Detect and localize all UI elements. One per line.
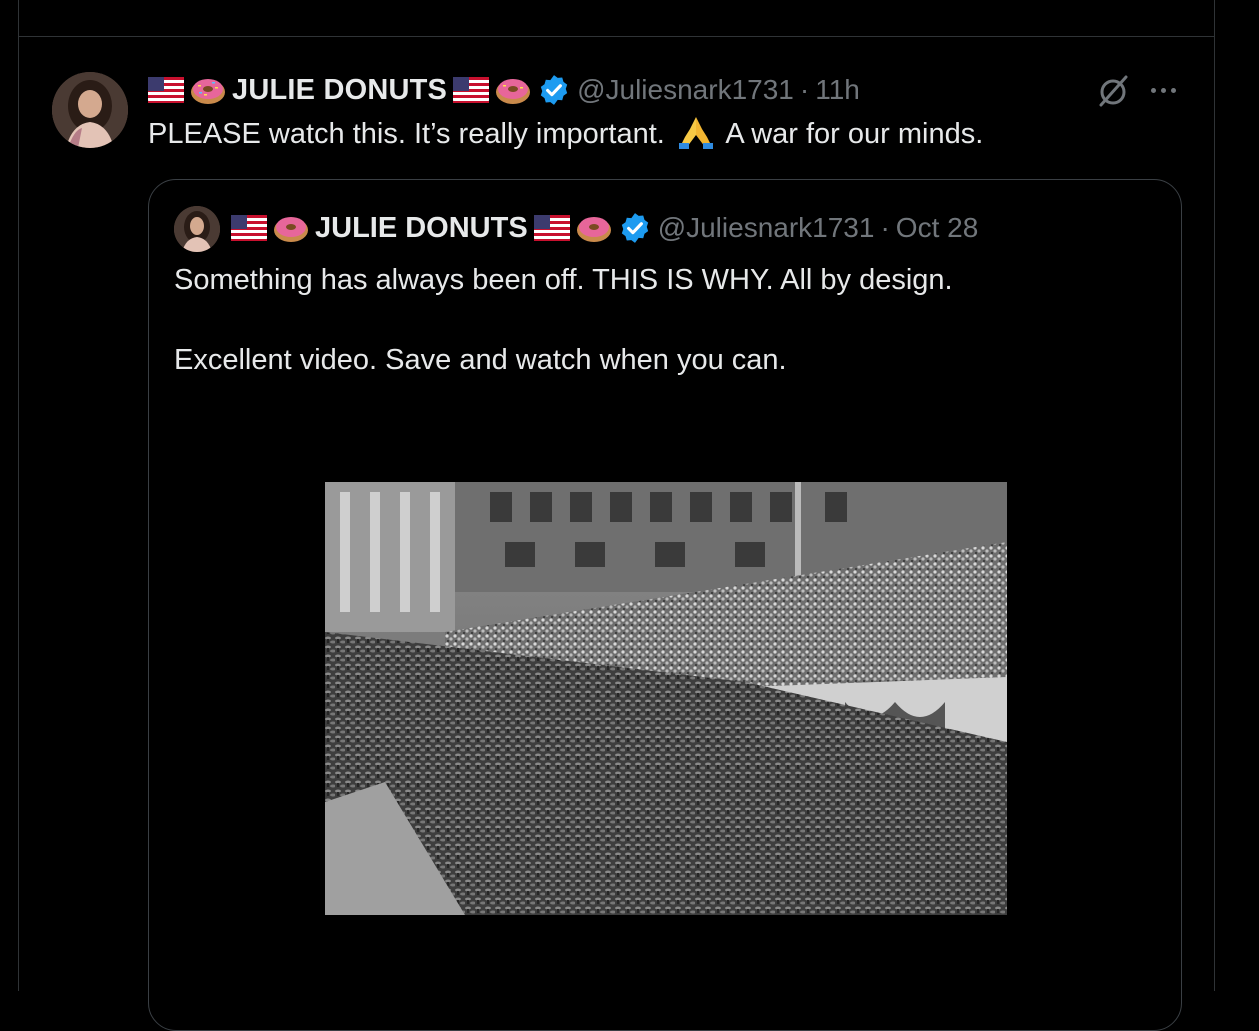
verified-badge-icon[interactable] xyxy=(537,73,571,107)
verified-badge-icon[interactable] xyxy=(618,211,652,245)
post-text-part-2: A war for our minds. xyxy=(725,118,984,150)
quoted-text-line-1: Something has always been off. THIS IS W… xyxy=(174,264,953,296)
donut-icon xyxy=(576,217,611,242)
grok-icon[interactable] xyxy=(1094,72,1132,110)
more-dot-icon xyxy=(1170,87,1176,93)
donut-icon xyxy=(191,79,225,104)
donut-icon xyxy=(274,217,308,242)
author-avatar[interactable] xyxy=(52,72,128,148)
us-flag-icon xyxy=(148,77,184,103)
us-flag-icon xyxy=(231,215,267,241)
quoted-author-avatar[interactable] xyxy=(174,206,220,252)
author-handle[interactable]: @Juliesnark1731 xyxy=(577,74,794,106)
post-text: PLEASE watch this. It’s really important… xyxy=(148,113,983,154)
quoted-author-display-name[interactable]: JULIE DONUTS xyxy=(315,212,528,245)
quoted-post-text: Something has always been off. THIS IS W… xyxy=(174,260,1154,380)
quoted-text-spacer xyxy=(174,300,1154,340)
separator-dot: · xyxy=(799,74,810,105)
video-player[interactable] xyxy=(325,482,1007,915)
praying-hands-icon xyxy=(678,117,713,149)
post-timestamp[interactable]: 11h xyxy=(815,74,860,106)
post-text-part-1: PLEASE watch this. It’s really important… xyxy=(148,118,665,150)
timeline-left-border xyxy=(18,0,19,991)
donut-icon xyxy=(496,79,531,104)
quoted-post-card[interactable]: JULIE DONUTS @Juliesnark1731 · Oct 28 So… xyxy=(148,179,1182,1031)
quoted-author-handle[interactable]: @Juliesnark1731 xyxy=(658,212,875,244)
more-dot-icon xyxy=(1150,87,1156,93)
post-header: JULIE DONUTS @Juliesnark1731 · 11h xyxy=(148,72,860,108)
timeline-right-border xyxy=(1214,0,1215,991)
separator-dot: · xyxy=(880,212,890,243)
us-flag-icon xyxy=(533,215,570,241)
video-thumbnail-image xyxy=(325,482,1007,915)
post-divider xyxy=(18,36,1215,37)
more-dot-icon xyxy=(1160,87,1166,93)
us-flag-icon xyxy=(453,77,490,103)
author-display-name[interactable]: JULIE DONUTS xyxy=(232,74,447,107)
more-options-button[interactable] xyxy=(1146,80,1180,100)
quoted-post-header: JULIE DONUTS @Juliesnark1731 · Oct 28 xyxy=(231,210,978,246)
quoted-text-line-2: Excellent video. Save and watch when you… xyxy=(174,344,787,376)
quoted-post-timestamp[interactable]: Oct 28 xyxy=(896,212,978,244)
